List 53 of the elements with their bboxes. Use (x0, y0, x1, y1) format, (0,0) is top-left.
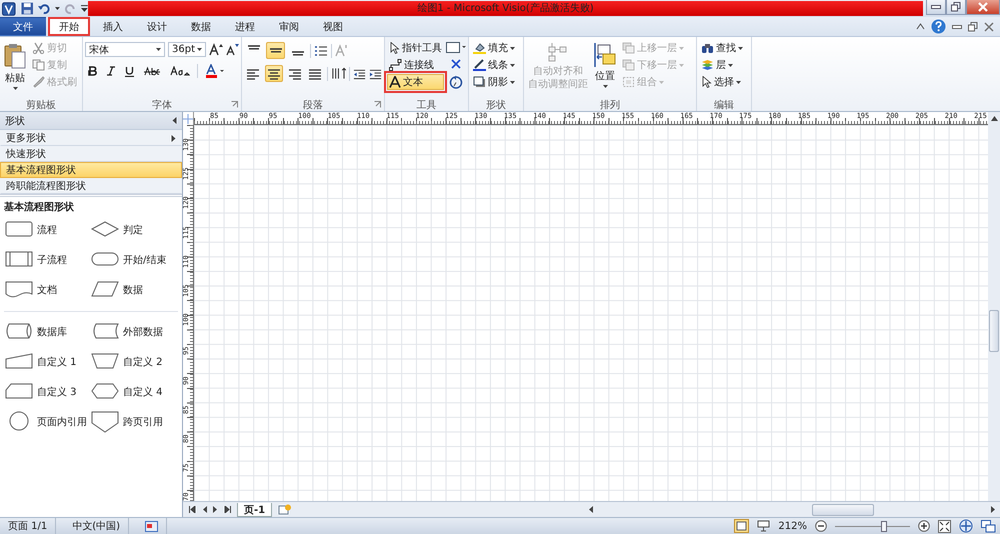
group-label: 编辑 (713, 98, 735, 111)
group-label: 字体 (152, 98, 172, 111)
shape-master-label[interactable]: 数据库 (37, 325, 67, 339)
stencil-title: 基本流程图形状 (4, 200, 75, 214)
language-status[interactable]: 中文(中国) (64, 518, 130, 534)
group-label: 段落 (303, 98, 323, 111)
group-label: 工具 (416, 99, 438, 111)
tool-button[interactable]: 指针工具 (387, 40, 444, 56)
position-button[interactable]: 位置 (592, 40, 618, 98)
shape-master-label[interactable]: 自定义 1 (37, 355, 77, 369)
pane-title: 形状 (5, 114, 25, 128)
stencil-nav-item[interactable]: 基本流程图形状 (0, 162, 182, 178)
shape-master-label[interactable]: 自定义 4 (123, 385, 163, 399)
zoom-level[interactable]: 212% (778, 520, 807, 532)
stencil-nav-item[interactable]: 更多形状 (0, 130, 182, 146)
shape-master-label[interactable]: 开始/结束 (123, 253, 166, 267)
shape-style-button[interactable]: 填充 (471, 40, 517, 56)
ribbon-tab[interactable]: 插入 (92, 17, 134, 36)
group-label: 剪贴板 (25, 98, 57, 111)
ribbon-tab[interactable]: 文件 (0, 17, 46, 36)
ribbon-tab[interactable]: 视图 (312, 17, 354, 36)
editing-command[interactable]: 选择 (699, 74, 745, 90)
window-title: 绘图1 - Microsoft Visio(产品激活失败) (88, 1, 923, 16)
paste-button[interactable]: 粘贴 (2, 40, 28, 98)
shape-master-label[interactable]: 子流程 (37, 253, 67, 267)
shape-master-label[interactable]: 外部数据 (123, 325, 163, 339)
shape-style-button[interactable]: 阴影 (471, 74, 517, 90)
ribbon-tab[interactable]: 进程 (224, 17, 266, 36)
ribbon-tab[interactable]: 设计 (136, 17, 178, 36)
shape-master-label[interactable]: 跨页引用 (123, 415, 163, 429)
stencil-nav-item[interactable]: 快速形状 (0, 146, 182, 162)
editing-command[interactable]: 层 (699, 57, 745, 73)
group-label: 形状 (485, 98, 507, 111)
group-label: 排列 (599, 98, 621, 111)
tool-button[interactable]: 连接线 (387, 57, 444, 73)
shape-master-label[interactable]: 判定 (123, 223, 143, 237)
page-tab[interactable]: 页-1 (237, 502, 272, 516)
ribbon-tab[interactable]: 数据 (180, 17, 222, 36)
shape-master-label[interactable]: 文档 (37, 283, 57, 297)
page-number-status[interactable]: 页面 1/1 (0, 518, 56, 534)
shape-master-label[interactable]: 流程 (37, 223, 57, 237)
font-name-field[interactable]: 宋体 (85, 42, 165, 57)
editing-command[interactable]: 查找 (699, 40, 745, 56)
shape-master-label[interactable]: 数据 (123, 283, 143, 297)
tool-button[interactable]: 文本 (387, 74, 444, 90)
shape-master-label[interactable]: 页面内引用 (37, 415, 87, 429)
font-size-field[interactable]: 36pt (168, 42, 206, 57)
shape-master-label[interactable]: 自定义 3 (37, 385, 77, 399)
shape-style-button[interactable]: 线条 (471, 57, 517, 73)
stencil-nav-item[interactable]: 跨职能流程图形状 (0, 178, 182, 194)
ribbon-tab[interactable]: 开始 (48, 17, 90, 36)
ribbon-tab[interactable]: 审阅 (268, 17, 310, 36)
shape-master-label[interactable]: 自定义 2 (123, 355, 163, 369)
